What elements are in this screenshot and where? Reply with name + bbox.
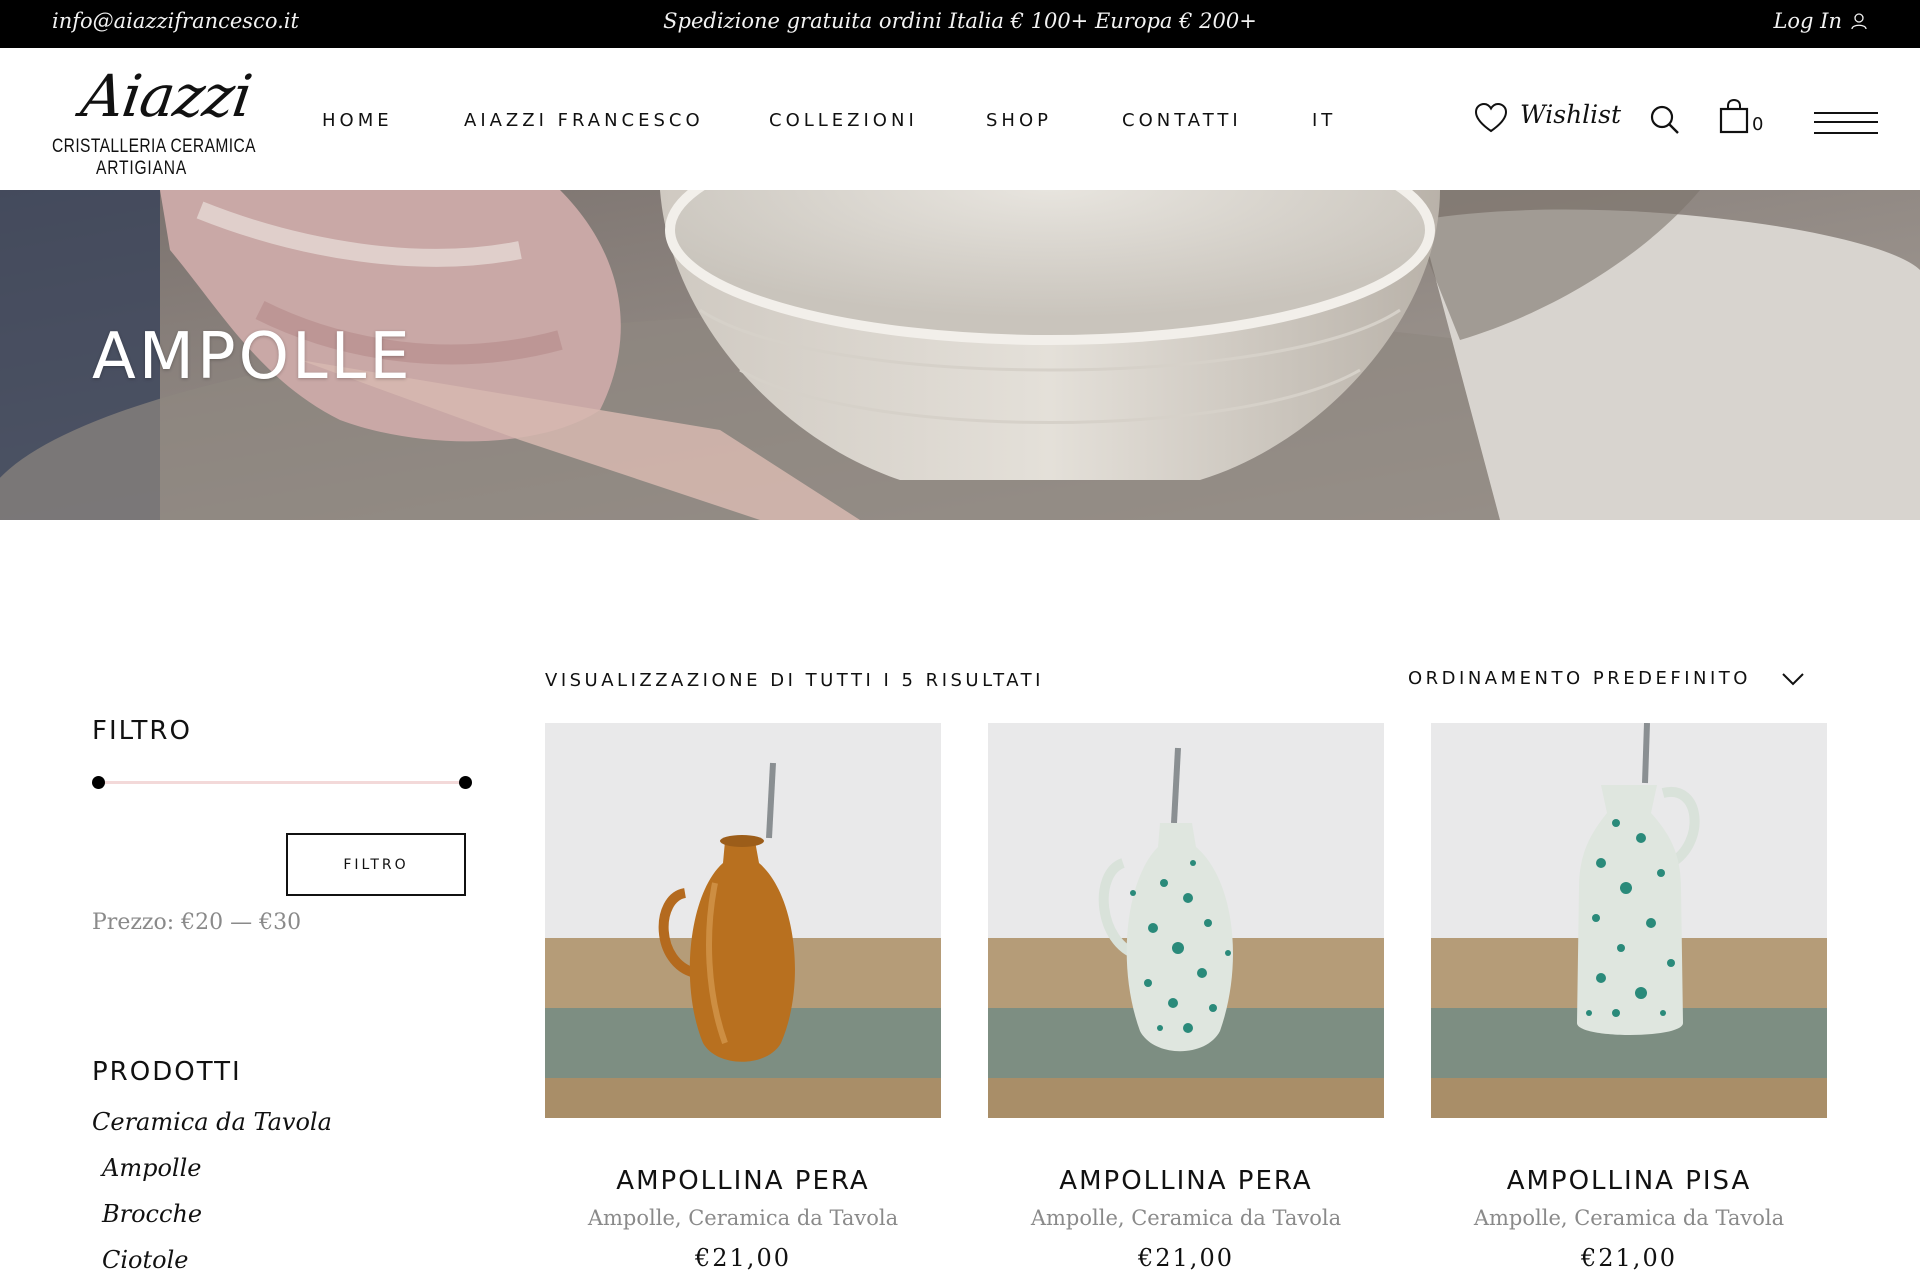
category-ciotole[interactable]: Ciotole [92,1246,332,1280]
hamburger-menu-icon[interactable] [1814,112,1878,138]
hero-banner: AMPOLLE [0,190,1920,520]
price-range-label: Prezzo: €20 — €30 [92,910,302,935]
filter-title: FILTRO [92,716,192,746]
login-link[interactable]: Log In [1773,9,1868,33]
price-slider-min-handle[interactable] [92,776,105,789]
logo-line-2: ARTIGIANA [96,158,188,179]
product-card[interactable]: AMPOLLINA PISA Ampolle, Ceramica da Tavo… [1431,723,1827,1272]
login-label: Log In [1773,9,1842,33]
wishlist-link[interactable]: Wishlist [1520,100,1621,129]
logo-script: Aiazzi [77,62,256,130]
shipping-promo: Spedizione gratuita ordini Italia € 100+… [663,9,1257,33]
speckled-cruet-image [988,723,1384,1118]
user-icon [1851,13,1867,30]
results-count: VISUALIZZAZIONE DI TUTTI I 5 RISULTATI [545,670,1044,691]
site-logo[interactable]: Aiazzi CRISTALLERIA CERAMICA ARTIGIANA [52,62,256,182]
category-list: Ceramica da Tavola Ampolle Brocche Cioto… [92,1108,332,1280]
site-header: Aiazzi CRISTALLERIA CERAMICA ARTIGIANA H… [0,48,1920,190]
product-price: €21,00 [695,1244,791,1272]
category-ceramica-da-tavola[interactable]: Ceramica da Tavola [92,1108,332,1154]
shopping-bag-icon[interactable] [1719,98,1749,134]
search-icon[interactable] [1649,104,1681,136]
product-name[interactable]: AMPOLLINA PERA [545,1166,941,1196]
product-price: €21,00 [1581,1244,1677,1272]
page-title: AMPOLLE [92,320,413,394]
header-actions: Wishlist 0 [1474,98,1920,140]
product-image[interactable] [545,723,941,1118]
product-categories: Ampolle, Ceramica da Tavola [1473,1206,1785,1230]
nav-contatti[interactable]: CONTATTI [1122,110,1242,131]
product-name[interactable]: AMPOLLINA PERA [988,1166,1384,1196]
sort-dropdown[interactable]: ORDINAMENTO PREDEFINITO [1408,668,1805,689]
sort-label: ORDINAMENTO PREDEFINITO [1408,668,1751,689]
product-image[interactable] [988,723,1384,1118]
nav-home[interactable]: HOME [322,110,393,131]
nav-shop[interactable]: SHOP [986,110,1052,131]
category-brocche[interactable]: Brocche [92,1200,332,1246]
product-card[interactable]: AMPOLLINA PERA Ampolle, Ceramica da Tavo… [988,723,1384,1272]
product-categories: Ampolle, Ceramica da Tavola [587,1206,899,1230]
nav-language[interactable]: IT [1312,110,1336,131]
product-image[interactable] [1431,723,1827,1118]
amber-cruet-image [545,723,941,1118]
products-title: PRODOTTI [92,1057,242,1087]
logo-line-1: CRISTALLERIA CERAMICA [52,136,256,157]
price-range-slider[interactable] [92,770,472,794]
heart-icon[interactable] [1474,102,1508,134]
top-bar: info@aiazzifrancesco.it Spedizione gratu… [0,0,1920,48]
product-price: €21,00 [1138,1244,1234,1272]
filter-button[interactable]: FILTRO [286,833,466,896]
price-slider-max-handle[interactable] [459,776,472,789]
chevron-down-icon [1782,672,1804,685]
nav-aiazzi-francesco[interactable]: AIAZZI FRANCESCO [464,110,704,131]
product-name[interactable]: AMPOLLINA PISA [1431,1166,1827,1196]
speckled-bottle-image [1431,723,1827,1118]
category-ampolle[interactable]: Ampolle [92,1154,332,1200]
product-categories: Ampolle, Ceramica da Tavola [1030,1206,1342,1230]
cart-count: 0 [1752,114,1764,135]
price-slider-track [98,781,466,784]
product-card[interactable]: AMPOLLINA PERA Ampolle, Ceramica da Tavo… [545,723,941,1272]
nav-collezioni[interactable]: COLLEZIONI [769,110,918,131]
